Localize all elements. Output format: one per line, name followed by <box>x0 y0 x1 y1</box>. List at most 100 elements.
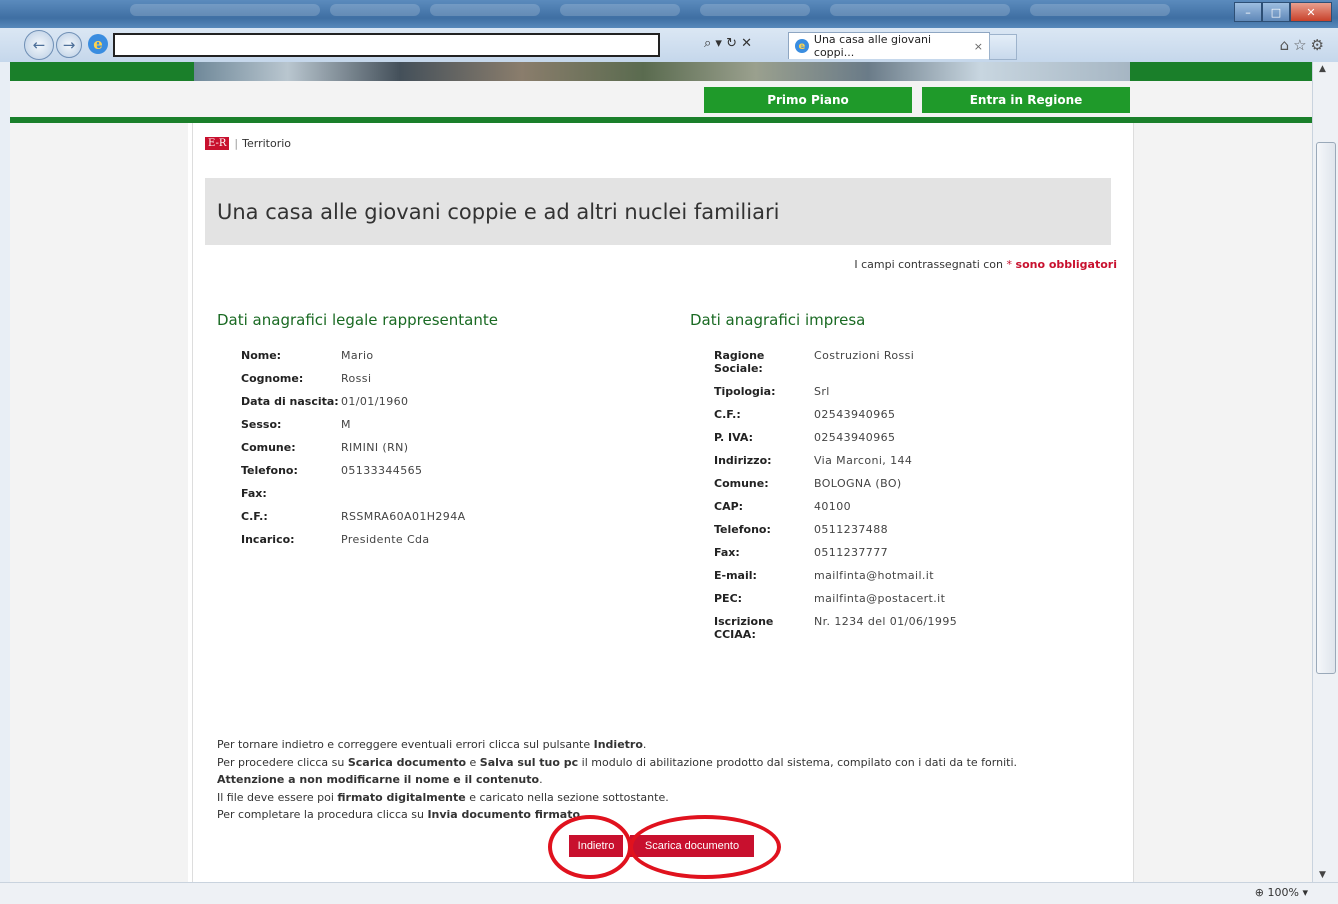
field-value: M <box>341 418 351 431</box>
field-row: PEC: mailfinta@postacert.it <box>714 592 1074 605</box>
field-value: RSSMRA60A01H294A <box>341 510 466 523</box>
address-tools[interactable]: ⌕ ▾ ↻ ✕ <box>704 36 752 51</box>
scrollbar-thumb[interactable] <box>1316 142 1336 674</box>
right-margin <box>1134 123 1312 882</box>
field-label: Iscrizione CCIAA: <box>714 615 774 641</box>
instruction-line: Per procedere clicca su Scarica document… <box>217 755 1017 769</box>
window-titlebar: – □ ✕ <box>0 0 1338 30</box>
field-value: 0511237777 <box>814 546 888 559</box>
required-fields-note: I campi contrassegnati con * sono obblig… <box>854 258 1117 271</box>
forward-button[interactable]: → <box>56 32 82 58</box>
annotation-circle-scarica <box>629 815 781 879</box>
legale-fields: Nome: Mario Cognome: Rossi Data di nascita: 0… <box>241 349 561 556</box>
field-value: Presidente Cda <box>341 533 430 546</box>
breadcrumb-territorio[interactable]: Territorio <box>242 137 291 150</box>
address-bar[interactable] <box>113 33 660 57</box>
field-value: Via Marconi, 144 <box>814 454 913 467</box>
field-row: CAP: 40100 <box>714 500 1074 513</box>
field-value: 05133344565 <box>341 464 423 477</box>
zoom-control[interactable]: ⊕ 100% ▾ <box>1255 886 1308 899</box>
required-note-text: I campi contrassegnati con <box>854 258 1004 271</box>
field-row: P. IVA: 02543940965 <box>714 431 1074 444</box>
field-label: E-mail: <box>714 569 757 582</box>
annotation-circle-indietro <box>548 815 632 879</box>
page-title-box: Una casa alle giovani coppie e ad altri … <box>205 178 1111 245</box>
field-value: 01/01/1960 <box>341 395 409 408</box>
header-banner-image <box>194 62 1130 81</box>
window-left-edge <box>0 62 10 882</box>
breadcrumb: E-R | Territorio <box>205 137 291 150</box>
home-favorites-tools-icons[interactable]: ⌂☆⚙ <box>1280 36 1328 54</box>
field-row: Cognome: Rossi <box>241 372 561 385</box>
field-row: Data di nascita: 01/01/1960 <box>241 395 561 408</box>
instruction-line: Per tornare indietro e correggere eventu… <box>217 738 647 751</box>
page-viewport: Primo Piano Entra in Regione E-R | Terri… <box>10 62 1312 882</box>
field-value: Mario <box>341 349 374 362</box>
field-label: PEC: <box>714 592 743 605</box>
vertical-scrollbar[interactable]: ▲ ▼ <box>1312 62 1338 882</box>
zoom-level: 100% <box>1267 886 1299 899</box>
field-row: Iscrizione CCIAA: Nr. 1234 del 01/06/1995 <box>714 615 1074 641</box>
tab-title: Una casa alle giovani coppi... <box>813 33 932 59</box>
instruction-line: Il file deve essere poi firmato digitalm… <box>217 790 669 804</box>
field-row: Ragione Sociale: Costruzioni Rossi <box>714 349 1074 375</box>
field-label: Incarico: <box>241 533 295 546</box>
field-value <box>341 487 561 500</box>
field-label: Comune: <box>714 477 769 490</box>
field-value: Nr. 1234 del 01/06/1995 <box>814 615 958 628</box>
field-value: mailfinta@postacert.it <box>814 592 946 605</box>
field-row: Tipologia: Srl <box>714 385 1074 398</box>
scroll-down-icon[interactable]: ▼ <box>1319 870 1326 880</box>
field-label: Telefono: <box>241 464 298 477</box>
forward-arrow-icon: → <box>62 36 76 54</box>
field-value: 02543940965 <box>814 408 896 421</box>
field-value: RIMINI (RN) <box>341 441 409 454</box>
nav-primo-piano[interactable]: Primo Piano <box>704 87 912 113</box>
tab-close-icon[interactable]: × <box>974 40 983 53</box>
status-bar: ⊕ 100% ▾ <box>0 882 1338 904</box>
field-row: Telefono: 05133344565 <box>241 464 561 477</box>
close-window-button[interactable]: ✕ <box>1290 2 1332 22</box>
instruction-line: Attenzione a non modificarne il nome e i… <box>217 773 543 786</box>
main-content: E-R | Territorio Una casa alle giovani c… <box>192 123 1134 882</box>
field-label: Fax: <box>241 487 267 500</box>
field-value: 40100 <box>814 500 851 513</box>
field-label: Sesso: <box>241 418 282 431</box>
zoom-icon: ⊕ <box>1254 886 1265 899</box>
back-button[interactable]: ← <box>24 30 54 60</box>
field-row: E-mail: mailfinta@hotmail.it <box>714 569 1074 582</box>
field-value: BOLOGNA (BO) <box>814 477 902 490</box>
page-title: Una casa alle giovani coppie e ad altri … <box>217 200 780 224</box>
required-note-bold: sono obbligatori <box>1015 258 1117 271</box>
field-row: Fax: 0511237777 <box>714 546 1074 559</box>
scroll-up-icon[interactable]: ▲ <box>1319 64 1326 74</box>
new-tab-button[interactable] <box>989 34 1017 60</box>
nav-entra-in-regione[interactable]: Entra in Regione <box>922 87 1130 113</box>
field-label: Telefono: <box>714 523 771 536</box>
impresa-fields: Ragione Sociale: Costruzioni Rossi Tipolog… <box>714 349 1074 651</box>
field-value: Costruzioni Rossi <box>814 349 915 362</box>
field-label: Nome: <box>241 349 282 362</box>
blurred-tab <box>830 4 1010 16</box>
instructions: Per tornare indietro e correggere eventu… <box>217 736 1017 824</box>
field-row: Incarico: Presidente Cda <box>241 533 561 546</box>
blurred-tab <box>560 4 680 16</box>
field-row: Indirizzo: Via Marconi, 144 <box>714 454 1074 467</box>
field-label: Comune: <box>241 441 296 454</box>
minimize-button[interactable]: – <box>1234 2 1262 22</box>
field-row: C.F.: 02543940965 <box>714 408 1074 421</box>
impresa-heading: Dati anagrafici impresa <box>690 311 866 329</box>
field-value: Srl <box>814 385 830 398</box>
field-label: CAP: <box>714 500 744 513</box>
field-label: Indirizzo: <box>714 454 772 467</box>
left-margin <box>10 123 188 882</box>
maximize-button[interactable]: □ <box>1262 2 1290 22</box>
field-label: P. IVA: <box>714 431 754 444</box>
field-label: Fax: <box>714 546 740 559</box>
field-row: Nome: Mario <box>241 349 561 362</box>
er-logo[interactable]: E-R <box>205 137 230 150</box>
active-tab[interactable]: e Una casa alle giovani coppi... × <box>788 32 990 59</box>
field-row: Comune: BOLOGNA (BO) <box>714 477 1074 490</box>
field-row: C.F.: RSSMRA60A01H294A <box>241 510 561 523</box>
field-value: 02543940965 <box>814 431 896 444</box>
